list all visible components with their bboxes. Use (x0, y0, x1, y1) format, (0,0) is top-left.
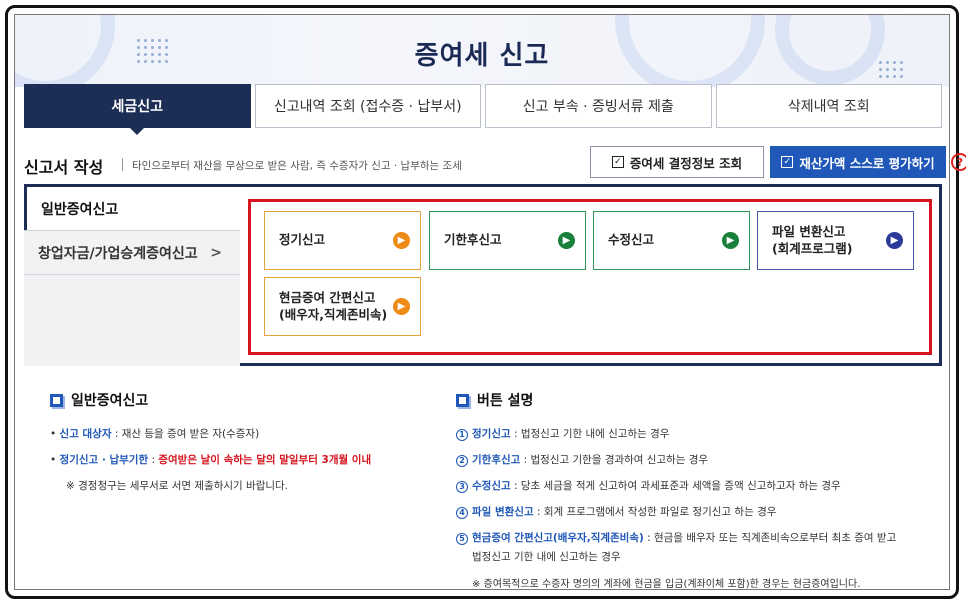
guide-item-continued: 법정신고 기한 내에 신고하는 경우 (472, 551, 621, 563)
tab-deleted-history[interactable]: 삭제내역 조회 (715, 84, 942, 128)
section-title: 신고서 작성 (24, 158, 104, 177)
card-label-line1: 현금증여 간편신고 (279, 289, 376, 305)
tab-report-history[interactable]: 신고내역 조회 (접수증 · 납부서) (254, 84, 481, 128)
number-circle-icon: 3 (456, 481, 468, 493)
card-label: 현금증여 간편신고 (배우자,직계존비속) (279, 290, 393, 324)
card-label: 수정신고 (608, 232, 655, 248)
info-deadline: • 정기신고 · 납부기한 : 증여받은 날이 속하는 달의 말일부터 3개월 … (50, 454, 372, 466)
number-circle-icon: 5 (456, 533, 468, 545)
guide-item: 4 파일 변환신고 : 회계 프로그램에서 작성한 파일로 정기신고 하는 경우 (456, 504, 896, 519)
guide-text: : 회계 프로그램에서 작성한 파일로 정기신고 하는 경우 (533, 506, 777, 518)
card-cash-gift-simple-report[interactable]: 현금증여 간편신고 (배우자,직계존비속) ▶ (264, 277, 421, 336)
info-heading: 버튼 설명 (456, 390, 896, 410)
card-label: 기한후신고 (444, 232, 502, 248)
guide-label: 정기신고 (472, 428, 511, 440)
card-late-report[interactable]: 기한후신고 ▶ (429, 211, 586, 270)
guide-item: 1 정기신고 : 법정신고 기한 내에 신고하는 경우 (456, 426, 896, 441)
arrow-right-icon: ▶ (886, 232, 903, 249)
side-menu-fill (24, 274, 240, 366)
number-circle-icon: 4 (456, 507, 468, 519)
report-type-cards: 정기신고 ▶ 기한후신고 ▶ 수정신고 ▶ 파일 변환신고 (회계프로그램) ▶… (264, 211, 924, 341)
section-description: 타인으로부터 재산을 무상으로 받은 사람, 즉 수증자가 신고 · 납부하는 … (132, 160, 462, 172)
info-heading: 일반증여신고 (50, 390, 371, 410)
square-bullet-icon (456, 393, 469, 407)
side-item-general-gift[interactable]: 일반증여신고 (24, 184, 241, 230)
arrow-right-icon: ▶ (393, 298, 410, 315)
card-amended-report[interactable]: 수정신고 ▶ (593, 211, 750, 270)
gift-tax-lookup-label: 증여세 결정정보 조회 (629, 155, 743, 171)
card-label: 정기신고 (279, 232, 326, 248)
info-title: 일반증여신고 (71, 393, 149, 409)
info-target: • 신고 대상자 : 재산 등을 증여 받은 자(수증자) (50, 428, 260, 440)
card-label: 파일 변환신고 (회계프로그램) (772, 224, 886, 258)
deadline-text: 증여받은 날이 속하는 달의 말일부터 3개월 이내 (158, 454, 372, 466)
arrow-right-icon: ▶ (393, 232, 410, 249)
section-header: 신고서 작성 타인으로부터 재산을 무상으로 받은 사람, 즉 수증자가 신고 … (24, 146, 966, 180)
side-item-startup-succession[interactable]: 창업자금/가업승계증여신고 > (24, 230, 240, 274)
help-icon[interactable]: ? (951, 153, 966, 171)
card-file-conversion-report[interactable]: 파일 변환신고 (회계프로그램) ▶ (757, 211, 914, 270)
info-title: 버튼 설명 (477, 393, 534, 409)
guide-note: ※ 증여목적으로 수증자 명의의 계좌에 현금을 입금(계좌이체 포함)한 경우… (472, 579, 861, 590)
guide-text: : 법정신고 기한 내에 신고하는 경우 (510, 428, 670, 440)
side-item-label: 창업자금/가업승계증여신고 (38, 245, 198, 262)
check-box-icon: ✓ (611, 156, 624, 168)
guide-item: 2 기한후신고 : 법정신고 기한을 경과하여 신고하는 경우 (456, 452, 896, 467)
info-general-gift: 일반증여신고 • 신고 대상자 : 재산 등을 증여 받은 자(수증자) • 정… (50, 390, 371, 504)
check-box-icon: ✓ (781, 156, 794, 168)
self-evaluate-button[interactable]: ✓ 재산가액 스스로 평가하기 (770, 146, 946, 178)
deadline-label: 정기신고 · 납부기한 (59, 454, 149, 466)
chevron-right-icon: > (210, 244, 222, 261)
arrow-right-icon: ▶ (722, 232, 739, 249)
guide-label: 수정신고 (472, 480, 511, 492)
self-evaluate-label: 재산가액 스스로 평가하기 (799, 155, 935, 171)
card-label-line2: (회계프로그램) (772, 240, 853, 256)
page-banner: 증여세 신고 (15, 15, 949, 87)
tab-tax-report[interactable]: 세금신고 (24, 84, 251, 135)
guide-label: 현금증여 간편신고(배우자,직계존비속) (472, 532, 644, 544)
card-label-line2: (배우자,직계존비속) (279, 306, 388, 322)
tab-attachments[interactable]: 신고 부속 · 증빙서류 제출 (485, 84, 712, 128)
target-text: : 재산 등을 증여 받은 자(수증자) (111, 428, 260, 440)
guide-label: 기한후신고 (472, 454, 521, 466)
card-regular-report[interactable]: 정기신고 ▶ (264, 211, 421, 270)
guide-item: 5 현금증여 간편신고(배우자,직계존비속) : 현금을 배우자 또는 직계존비속… (456, 530, 896, 545)
target-label: 신고 대상자 (59, 428, 112, 440)
guide-item: 3 수정신고 : 당초 세금을 적게 신고하여 과세표준과 세액을 증액 신고하고… (456, 478, 896, 493)
arrow-right-icon: ▶ (558, 232, 575, 249)
guide-label: 파일 변환신고 (472, 506, 534, 518)
info-button-guide: 버튼 설명 1 정기신고 : 법정신고 기한 내에 신고하는 경우 2 기한후신고 … (456, 390, 896, 601)
main-tabs: 세금신고 신고내역 조회 (접수증 · 납부서) 신고 부속 · 증빙서류 제출… (24, 84, 942, 135)
number-circle-icon: 1 (456, 429, 468, 441)
gift-tax-lookup-button[interactable]: ✓ 증여세 결정정보 조회 (590, 146, 764, 178)
divider (122, 158, 123, 171)
info-section: 일반증여신고 • 신고 대상자 : 재산 등을 증여 받은 자(수증자) • 정… (24, 374, 942, 590)
guide-text: : 법정신고 기한을 경과하여 신고하는 경우 (520, 454, 709, 466)
number-circle-icon: 2 (456, 455, 468, 467)
guide-text: : 당초 세금을 적게 신고하여 과세표준과 세액을 증액 신고하고자 하는 경… (510, 480, 841, 492)
page-title: 증여세 신고 (414, 41, 550, 71)
guide-text: : 현금을 배우자 또는 직계존비속으로부터 최초 증여 받고 (643, 532, 897, 544)
info-note: ※ 경정청구는 세무서로 서면 제출하시기 바랍니다. (66, 480, 289, 492)
deadline-sep: : (148, 454, 159, 466)
card-label-line1: 파일 변환신고 (772, 223, 846, 239)
square-bullet-icon (50, 393, 63, 407)
